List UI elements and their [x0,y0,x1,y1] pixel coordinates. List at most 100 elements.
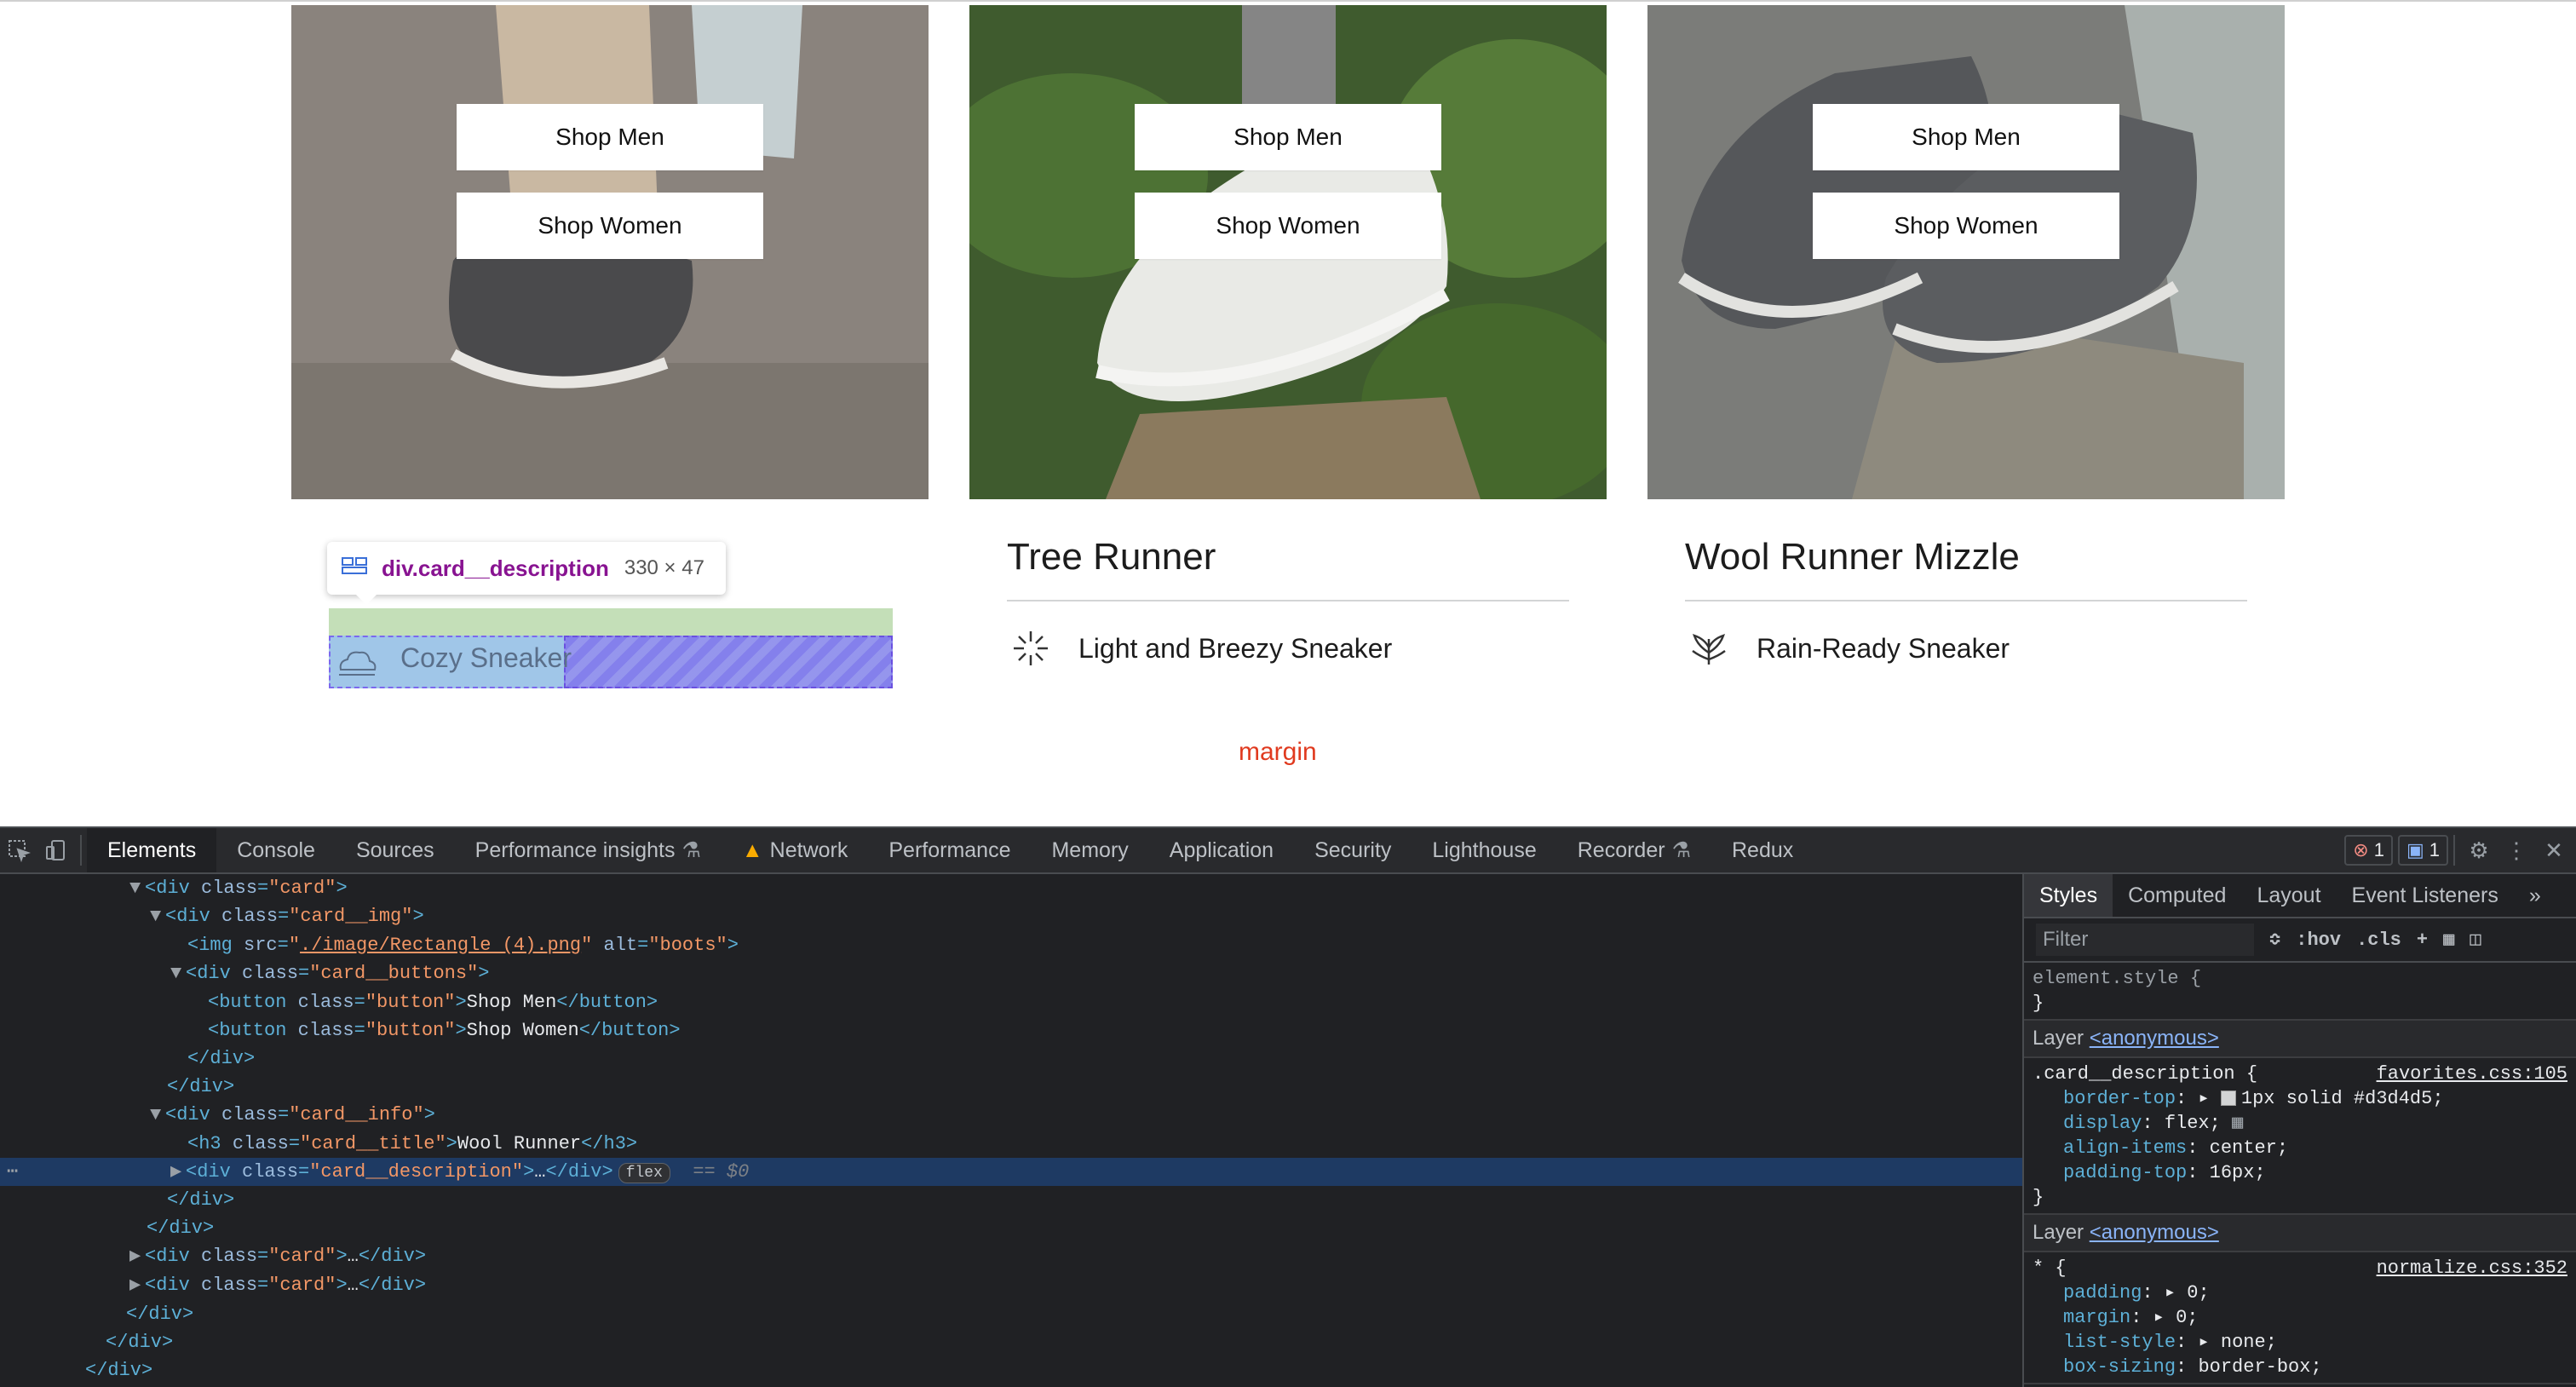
inspect-element-icon[interactable] [0,832,37,869]
product-image: Shop Men Shop Women [969,5,1607,499]
product-image: Shop Men Shop Women [291,5,929,499]
card-description-text: Rain-Ready Sneaker [1757,632,2010,664]
card-info: Wool Runner Mizzle Rain-Ready Sneaker [1685,525,2247,676]
css-property[interactable]: display: flex; ▦ [2033,1111,2567,1136]
shop-women-button[interactable]: Shop Women [1135,193,1441,259]
card-description: Light and Breezy Sneaker [1007,600,1569,676]
dom-node[interactable]: </div> [0,1073,2022,1101]
devtools-panel: Elements Console Sources Performance ins… [0,826,2576,1387]
shop-women-button[interactable]: Shop Women [1813,193,2119,259]
dom-node[interactable]: </div> [0,1045,2022,1073]
tab-sources[interactable]: Sources [336,828,455,872]
tab-performance[interactable]: Performance [868,828,1031,872]
tab-network[interactable]: ▲ Network [722,828,868,872]
tab-label: Network [769,837,848,862]
tab-layout[interactable]: Layout [2241,874,2336,917]
more-tabs-icon[interactable]: » [2514,874,2556,917]
card-title: Tree Runner [1007,536,1216,578]
flask-icon: ⚗ [681,838,701,862]
toolbar-divider [80,835,82,866]
css-property[interactable]: box-sizing: border-box; [2033,1355,2567,1379]
sidebar-toggle-icon[interactable]: ◫ [2470,929,2481,951]
styles-tabbar: Styles Computed Layout Event Listeners » [2024,874,2576,918]
message-counter[interactable]: ▣ 1 [2397,835,2448,866]
shop-men-button[interactable]: Shop Men [1813,104,2119,170]
dom-node[interactable]: <button class="button">Shop Women</butto… [0,1016,2022,1045]
tab-performance-insights[interactable]: Performance insights ⚗ [455,828,722,872]
shop-women-button[interactable]: Shop Women [457,193,763,259]
flex-editor-icon[interactable]: ▦ [2232,1113,2243,1134]
device-toolbar-icon[interactable] [37,832,75,869]
dom-node[interactable]: </div> [0,1328,2022,1356]
dom-node[interactable]: ▼ <div class="card__img"> [0,902,2022,930]
dom-node[interactable]: </div> [0,1356,2022,1384]
card-title: Wool Runner Mizzle [1685,536,2020,578]
flex-badge[interactable]: flex [618,1163,670,1183]
tab-recorder[interactable]: Recorder ⚗ [1557,828,1711,872]
settings-gear-icon[interactable]: ⚙ [2460,832,2498,869]
dom-node[interactable]: ▶ <div class="card">…</div> [0,1271,2022,1299]
dom-text: Wool Runner [457,1133,582,1154]
dom-node[interactable]: <h3 class="card__title">Wool Runner</h3> [0,1130,2022,1158]
dom-node[interactable]: ▼ <div class="card__buttons"> [0,959,2022,987]
flask-icon: ⚗ [1671,838,1691,862]
shop-men-button[interactable]: Shop Men [1135,104,1441,170]
dom-node[interactable]: ▼ <div class="card"> [0,874,2022,902]
devtools-toolbar: Elements Console Sources Performance ins… [0,826,2576,874]
toggle-layers-icon[interactable]: ≎ [2269,929,2280,951]
dom-node[interactable]: </div> [0,1300,2022,1328]
img-src-link[interactable]: ./image/Rectangle (4).png [300,935,581,956]
filter-input[interactable]: Filter [2036,924,2254,956]
rule-source-link[interactable]: normalize.css:352 [2377,1256,2567,1281]
dom-node[interactable]: ▶ <div class="card">…</div> [0,1242,2022,1270]
warning-icon: ▲ [741,837,763,862]
inspect-flex-space-highlight [564,636,893,688]
hov-toggle[interactable]: :hov [2296,929,2341,951]
tab-memory[interactable]: Memory [1031,828,1148,872]
paint-icon[interactable]: ▦ [2443,929,2454,951]
margin-label: margin [1239,738,1317,766]
layer-anonymous-link[interactable]: <anonymous> [2090,1221,2219,1244]
css-property[interactable]: padding: ▸ 0; [2033,1281,2567,1305]
rule-source-link[interactable]: favorites.css:105 [2377,1062,2567,1086]
css-property[interactable]: margin: ▸ 0; [2033,1305,2567,1330]
tab-redux[interactable]: Redux [1711,828,1814,872]
error-counter[interactable]: ⊗ 1 [2344,835,2393,866]
tab-styles[interactable]: Styles [2024,874,2113,917]
css-property[interactable]: list-style: ▸ none; [2033,1330,2567,1355]
elements-dom-tree[interactable]: ▼ <div class="card"> ▼ <div class="card__i… [0,874,2022,1387]
element-style-rule[interactable]: element.style { } [2024,963,2576,1021]
more-options-icon[interactable]: ⋮ [2498,832,2535,869]
css-property[interactable]: border-top: ▸ 1px solid #d3d4d5; [2033,1086,2567,1111]
leaf-icon [1685,624,1733,672]
inspect-padding-highlight [329,608,893,636]
rule-close: } [2033,993,2044,1014]
css-rule[interactable]: .card__description {favorites.css:105 bo… [2024,1058,2576,1215]
rule-selector: * { [2033,1258,2067,1279]
tab-computed[interactable]: Computed [2113,874,2241,917]
dom-text: Shop Women [466,1020,579,1041]
dom-node[interactable]: </div> [0,1186,2022,1214]
more-icon[interactable]: ⋯ [7,1158,18,1186]
css-rule[interactable]: * { normalize.css:352 padding: ▸ 0; margi… [2024,1252,2576,1384]
tab-console[interactable]: Console [216,828,336,872]
tab-security[interactable]: Security [1294,828,1412,872]
css-property[interactable]: padding-top: 16px; [2033,1160,2567,1185]
card-info: Tree Runner Light and Breezy Sneaker [1007,525,1569,676]
tab-event-listeners[interactable]: Event Listeners [2337,874,2514,917]
new-rule-icon[interactable]: + [2417,929,2428,951]
dom-node[interactable]: <img src="./image/Rectangle (4).png" alt… [0,931,2022,959]
dom-node-selected[interactable]: ⋯ ▶ <div class="card__description">…</div>… [0,1158,2022,1186]
tab-application[interactable]: Application [1149,828,1294,872]
shop-men-button[interactable]: Shop Men [457,104,763,170]
css-property[interactable]: align-items: center; [2033,1136,2567,1160]
layer-anonymous-link[interactable]: <anonymous> [2090,1027,2219,1050]
dom-node[interactable]: ▼ <div class="card__info"> [0,1101,2022,1129]
close-icon[interactable]: ✕ [2535,832,2573,869]
tab-elements[interactable]: Elements [87,828,217,872]
tab-lighthouse[interactable]: Lighthouse [1412,828,1556,872]
color-swatch[interactable] [2220,1091,2236,1107]
dom-node[interactable]: <button class="button">Shop Men</button> [0,988,2022,1016]
dom-node[interactable]: </div> [0,1214,2022,1242]
cls-toggle[interactable]: .cls [2356,929,2401,951]
